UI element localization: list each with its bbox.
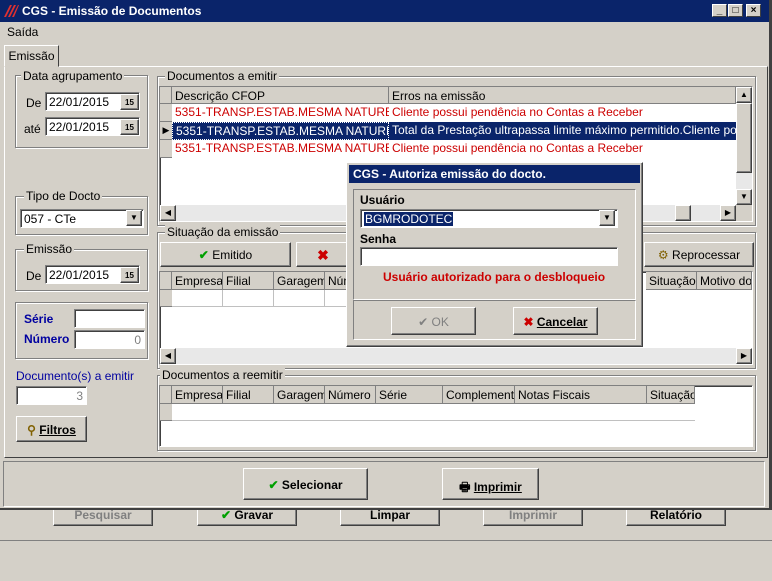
window-title: CGS - Emissão de Documentos [22, 4, 202, 18]
column-header[interactable]: Garagem [274, 386, 325, 404]
chevron-down-icon[interactable]: ▼ [599, 210, 615, 226]
ate-label: até [24, 122, 41, 136]
x-icon: ✖ [523, 315, 534, 329]
imprimir-button[interactable]: 🖶 Imprimir [442, 468, 539, 500]
column-header[interactable]: Notas Fiscais [515, 386, 647, 404]
reprocessar-button[interactable]: ⚙ Reprocessar [644, 242, 754, 267]
maximize-button[interactable]: □ [728, 4, 743, 17]
serie-label: Série [24, 312, 54, 326]
chevron-down-icon[interactable]: ▼ [126, 210, 142, 226]
relatorio-button[interactable]: Relatório [626, 510, 726, 526]
table-cell[interactable]: Cliente possui pendência no Contas a Rec… [389, 104, 736, 122]
column-header[interactable]: Situação [647, 386, 695, 404]
table-cell[interactable]: Total da Prestação ultrapassa limite máx… [389, 122, 736, 140]
pesquisar-button[interactable]: Pesquisar [53, 510, 153, 526]
dialog-title: CGS - Autoriza emissão do docto. [349, 165, 640, 183]
checkmark-icon: ✔ [268, 478, 279, 492]
column-header[interactable]: Número [325, 386, 376, 404]
row-indicator-icon: ▶ [160, 122, 172, 140]
table-row[interactable]: 5351-TRANSP.ESTAB.MESMA NATUREZA [172, 104, 389, 122]
column-header[interactable]: Motivo do d [697, 272, 752, 290]
cancelar-button[interactable]: ✖ Cancelar [513, 307, 598, 335]
printer-icon: 🖶 [459, 480, 471, 494]
emissao-de-label: De [26, 269, 42, 283]
column-header[interactable]: Série [376, 386, 443, 404]
calendar-icon[interactable]: 15 [120, 119, 139, 135]
gear-icon: ⚙ [657, 248, 669, 262]
column-header[interactable]: Empresa [172, 386, 223, 404]
menu-saida[interactable]: Saída [7, 25, 38, 39]
column-header[interactable]: Empresa [172, 272, 223, 290]
selecionar-button[interactable]: ✔ Selecionar [243, 468, 368, 500]
autorizado-message: Usuário autorizado para o desbloqueio [383, 270, 606, 284]
vertical-scrollbar[interactable]: ▲ ▼ [736, 87, 752, 205]
table-cell[interactable]: Cliente possui pendência no Contas a Rec… [389, 140, 736, 158]
tab-emissao[interactable]: Emissão [4, 45, 59, 67]
documentos-reemitir-label: Documentos a reemitir [160, 368, 285, 382]
bottom-panel [3, 461, 765, 507]
app-logo-icon [4, 5, 19, 17]
limpar-button[interactable]: Limpar [340, 510, 440, 526]
tipo-docto-label: Tipo de Docto [24, 189, 103, 203]
horizontal-scrollbar[interactable]: ◀ ▶ [160, 348, 752, 364]
column-header[interactable]: Garagem [274, 272, 325, 290]
imprimir-bg-button[interactable]: Imprimir [483, 510, 583, 526]
numero-label: Número [24, 332, 70, 346]
documentos-emitir-count: 3 [16, 386, 87, 405]
calendar-icon[interactable]: 15 [120, 94, 139, 110]
situacao-emissao-label: Situação da emissão [165, 225, 281, 239]
title-bar: CGS - Emissão de Documentos _ □ × [0, 0, 772, 22]
usuario-label: Usuário [360, 193, 405, 207]
ok-button[interactable]: ✔ OK [391, 307, 476, 335]
nao-emitido-button[interactable]: ✖ [296, 242, 350, 267]
column-header[interactable]: Situação [646, 272, 697, 290]
usuario-select[interactable]: BGMRODOTEC [360, 209, 618, 228]
x-icon: ✖ [317, 247, 329, 263]
column-header[interactable]: Filial [223, 386, 274, 404]
column-header[interactable]: Descrição CFOP [172, 87, 389, 104]
filtros-button[interactable]: ⚲ Filtros [16, 416, 87, 442]
filter-icon: ⚲ [27, 423, 36, 437]
numero-input[interactable]: 0 [74, 330, 145, 349]
data-agrupamento-group [15, 75, 148, 148]
gravar-button[interactable]: ✔ Gravar [197, 510, 297, 526]
emissao-label: Emissão [24, 242, 75, 256]
checkmark-icon: ✔ [198, 248, 209, 262]
senha-label: Senha [360, 232, 397, 246]
documentos-reemitir-grid: Empresa Filial Garagem Número Série Comp… [159, 385, 753, 447]
emitido-button[interactable]: ✔ Emitido [160, 242, 291, 267]
column-header[interactable]: Erros na emissão [389, 87, 736, 104]
senha-input[interactable] [360, 247, 618, 266]
table-row[interactable]: 5351-TRANSP.ESTAB.MESMA NATUREZA [172, 140, 389, 158]
calendar-icon[interactable]: 15 [120, 267, 139, 283]
data-agrupamento-label: Data agrupamento [21, 69, 125, 83]
table-row[interactable]: 5351-TRANSP.ESTAB.MESMA NATUREZA [172, 122, 389, 140]
documentos-emitir-label: Documentos a emitir [165, 69, 280, 83]
checkmark-icon: ✔ [220, 510, 231, 522]
minimize-button[interactable]: _ [712, 4, 727, 17]
autoriza-dialog: CGS - Autoriza emissão do docto. Usuário… [346, 162, 643, 347]
checkmark-icon: ✔ [418, 315, 429, 329]
documentos-emitir-count-label: Documento(s) a emitir [16, 369, 135, 383]
background-toolbar: Pesquisar ✔ Gravar Limpar Imprimir Relat… [0, 510, 772, 540]
serie-input[interactable] [74, 309, 145, 328]
close-button[interactable]: × [746, 4, 761, 17]
de-label: De [26, 96, 42, 110]
column-header[interactable]: Complemento [443, 386, 515, 404]
column-header[interactable]: Filial [223, 272, 274, 290]
